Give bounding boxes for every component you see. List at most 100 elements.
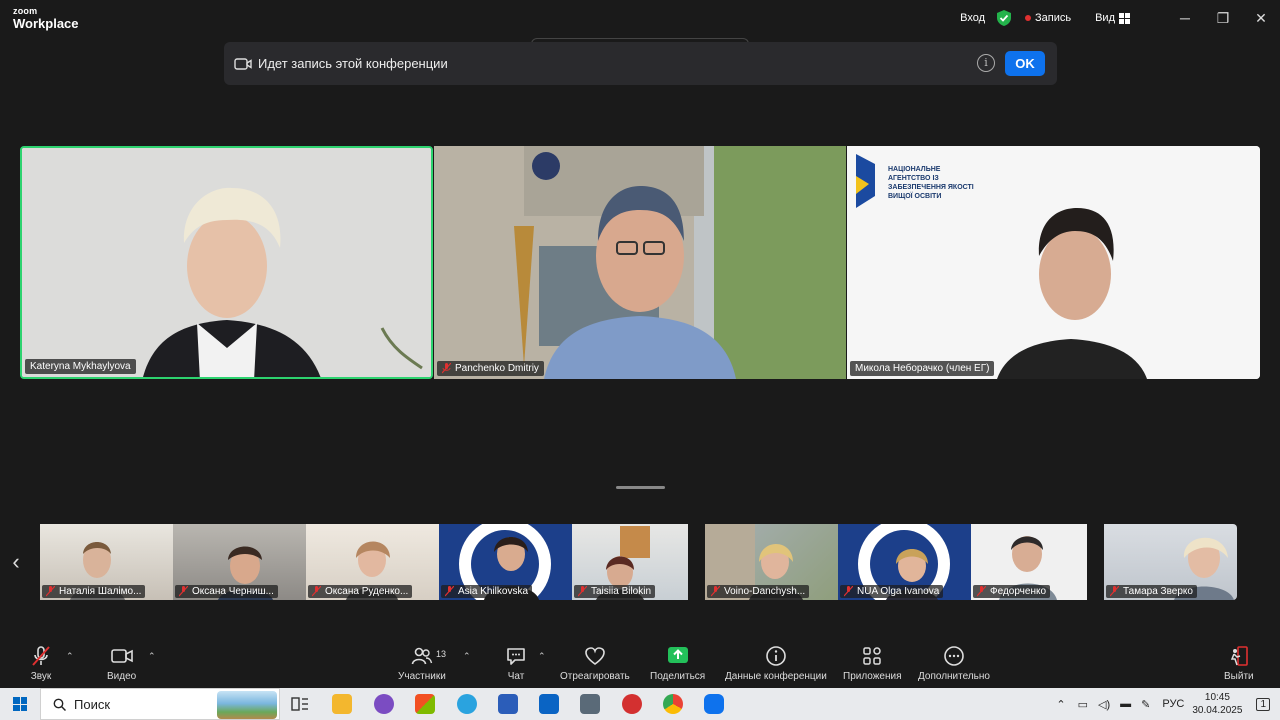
battery-icon[interactable]: ▬	[1120, 698, 1131, 710]
participant-name-label: Наталія Шалімо...	[42, 585, 146, 598]
windows-taskbar: Поиск ⌃ ▭ ◁) ▬ ✎ РУС 10:45 30.04.2025 1	[0, 688, 1280, 720]
zoom-taskbar-icon[interactable]	[704, 694, 724, 714]
volume-icon[interactable]: ◁)	[1098, 698, 1110, 711]
mic-muted-icon	[578, 586, 587, 597]
close-button[interactable]: ✕	[1242, 0, 1280, 36]
participant-video	[22, 148, 431, 377]
thumbnail-tile[interactable]: Наталія Шалімо...	[40, 524, 173, 600]
tray-overflow-chevron-icon[interactable]: ⌃	[1056, 698, 1065, 711]
viber-icon[interactable]	[374, 694, 394, 714]
participant-name-label: Тамара Зверко	[1106, 585, 1197, 598]
zoom-window: zoom Workplace Вход Запись Вид ─ ❐ ✕ Иде…	[0, 0, 1280, 688]
clock-date: 30.04.2025	[1192, 705, 1243, 716]
outlook-icon[interactable]	[539, 694, 559, 714]
mic-muted-icon	[711, 586, 720, 597]
thumbnail-tile[interactable]: Voino-Danchysh...	[705, 524, 838, 600]
recording-dot-icon	[1025, 15, 1031, 21]
recording-notification: Идет запись этой конференции i OK	[224, 42, 1057, 85]
participant-name: NUA Olga Ivanova	[857, 586, 940, 597]
security-shield-icon[interactable]	[997, 10, 1011, 26]
meeting-info-button[interactable]: Данные конференции	[725, 645, 827, 682]
system-tray: ⌃ ▭ ◁) ▬ ✎ РУС 10:45 30.04.2025 1	[1056, 688, 1280, 720]
info-icon	[766, 646, 786, 666]
minimize-button[interactable]: ─	[1166, 0, 1204, 36]
participant-video	[434, 146, 846, 379]
share-screen-button[interactable]: Поделиться	[650, 645, 705, 682]
video-label: Видео	[107, 671, 137, 682]
ok-button[interactable]: OK	[1005, 51, 1045, 76]
thumbnail-tile[interactable]: Оксана Черниш...	[173, 524, 306, 600]
leave-icon	[1230, 646, 1248, 666]
login-button[interactable]: Вход	[960, 12, 985, 24]
previous-page-button[interactable]: ‹	[8, 548, 24, 576]
network-icon[interactable]: ▭	[1078, 698, 1088, 711]
video-tile-active-speaker[interactable]: Kateryna Mykhaylyova	[20, 146, 433, 379]
share-screen-icon	[667, 647, 688, 663]
taskbar-search[interactable]: Поиск	[40, 688, 280, 720]
calculator-icon[interactable]	[580, 694, 600, 714]
view-grid-icon[interactable]	[1119, 12, 1130, 24]
notifications-button[interactable]: 1	[1256, 697, 1270, 711]
react-label: Отреагировать	[560, 671, 630, 682]
participants-options-chevron-icon[interactable]: ⌃	[463, 651, 471, 662]
apps-label: Приложения	[843, 671, 902, 682]
audio-label: Звук	[30, 671, 52, 682]
meeting-toolbar: Звук ⌃ Видео ⌃ Участники 13 ⌃ Чат ⌃ Отре…	[0, 637, 1280, 688]
participant-name-label: Оксана Черниш...	[175, 585, 278, 598]
pen-icon[interactable]: ✎	[1141, 698, 1150, 711]
zoom-logo: zoom Workplace	[13, 6, 79, 30]
resize-handle[interactable]	[616, 486, 665, 489]
info-icon[interactable]: i	[977, 54, 995, 72]
thumbnail-tile[interactable]: Asia Khilkovska	[439, 524, 572, 600]
participant-name-label: Kateryna Mykhaylyova	[25, 359, 136, 374]
app-red-icon[interactable]	[622, 694, 642, 714]
chrome-icon[interactable]	[663, 694, 683, 714]
thumbnail-tile[interactable]: Тамара Зверко	[1104, 524, 1237, 600]
language-indicator[interactable]: РУС	[1162, 698, 1184, 710]
task-view-icon[interactable]	[290, 694, 310, 714]
participant-name-label: Panchenko Dmitriy	[437, 361, 544, 376]
chat-options-chevron-icon[interactable]: ⌃	[538, 651, 546, 662]
chat-label: Чат	[507, 671, 525, 682]
thumbnail-tile[interactable]: Федорченко	[971, 524, 1087, 600]
react-button[interactable]: Отреагировать	[560, 645, 630, 682]
apps-icon	[863, 647, 881, 665]
apps-button[interactable]: Приложения	[843, 645, 902, 682]
naqa-logo-text: НАЦІОНАЛЬНЕ АГЕНТСТВО ІЗ ЗАБЕЗПЕЧЕННЯ ЯК…	[888, 166, 974, 200]
more-button[interactable]: Дополнительно	[918, 645, 990, 682]
thumbnail-tile[interactable]: Оксана Руденко...	[306, 524, 439, 600]
video-options-chevron-icon[interactable]: ⌃	[148, 651, 156, 662]
thumbnail-tile[interactable]: Taisiia Bilokin	[572, 524, 688, 600]
windows-start-icon[interactable]	[13, 697, 27, 711]
view-button[interactable]: Вид	[1095, 12, 1115, 24]
video-tile[interactable]: Panchenko Dmitriy	[434, 146, 846, 379]
chat-icon	[507, 648, 525, 665]
mic-muted-icon	[977, 586, 986, 597]
meeting-info-label: Данные конференции	[725, 671, 827, 682]
participants-icon	[411, 647, 433, 665]
video-camera-icon	[110, 649, 133, 663]
file-explorer-icon[interactable]	[332, 694, 352, 714]
participant-name-label: Taisiia Bilokin	[574, 585, 656, 598]
search-highlight-image	[217, 691, 277, 719]
audio-button[interactable]: Звук	[30, 645, 52, 682]
chat-button[interactable]: Чат	[505, 645, 527, 682]
thumbnail-tile[interactable]: NUA Olga Ivanova	[838, 524, 971, 600]
camera-icon	[234, 57, 252, 70]
clock[interactable]: 10:45 30.04.2025	[1192, 691, 1242, 717]
leave-label: Выйти	[1224, 671, 1254, 682]
notification-message: Идет запись этой конференции	[258, 56, 448, 71]
heart-icon	[585, 647, 605, 665]
participant-name: Kateryna Mykhaylyova	[30, 361, 131, 372]
leave-button[interactable]: Выйти	[1224, 645, 1254, 682]
search-placeholder: Поиск	[74, 696, 111, 712]
store-icon[interactable]	[415, 694, 435, 714]
video-button[interactable]: Видео	[107, 645, 136, 682]
audio-options-chevron-icon[interactable]: ⌃	[66, 651, 74, 662]
word-icon[interactable]	[498, 694, 518, 714]
telegram-icon[interactable]	[457, 694, 477, 714]
video-tile[interactable]: НАЦІОНАЛЬНЕ АГЕНТСТВО ІЗ ЗАБЕЗПЕЧЕННЯ ЯК…	[847, 146, 1260, 379]
participant-name-label: NUA Olga Ivanova	[840, 585, 944, 598]
recording-indicator[interactable]: Запись	[1035, 12, 1071, 24]
maximize-button[interactable]: ❐	[1204, 0, 1242, 36]
